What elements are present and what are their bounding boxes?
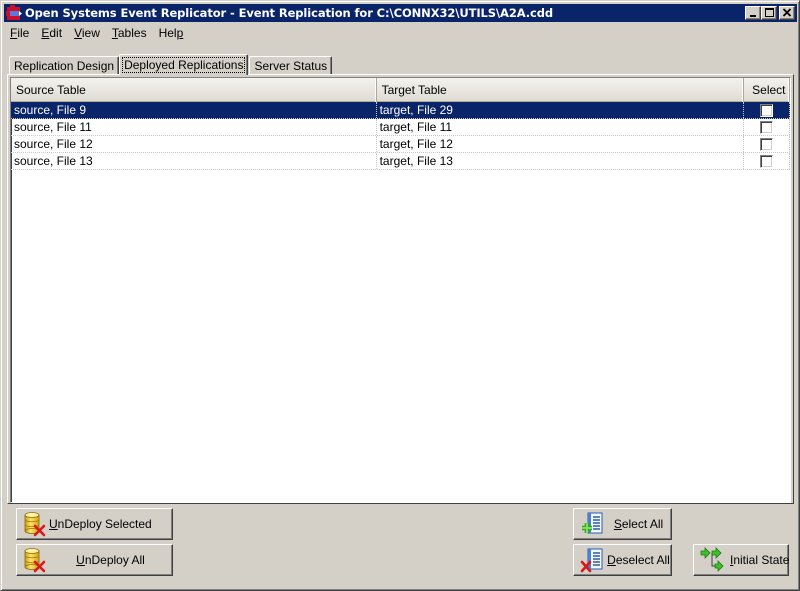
list-remove-icon (580, 547, 606, 573)
undeploy-selected-accel: U (49, 517, 58, 531)
target-table-cell: target, File 11 (377, 119, 745, 135)
select-cell (744, 119, 790, 135)
menu-view-label: iew (81, 25, 100, 40)
title-bar[interactable]: Open Systems Event Replicator - Event Re… (4, 4, 797, 22)
tab-deployed-replications[interactable]: Deployed Replications (119, 54, 249, 75)
undeploy-selected-button[interactable]: UnDeploy Selected (16, 508, 173, 540)
undeploy-selected-text: nDeploy Selected (57, 517, 152, 531)
select-all-button[interactable]: Select All (573, 508, 672, 540)
select-all-accel: S (613, 517, 622, 531)
menu-view-accel: V (74, 25, 82, 40)
menu-tables-label: ables (117, 25, 147, 40)
flow-arrows-icon (700, 547, 726, 573)
app-icon[interactable] (6, 5, 22, 21)
source-table-cell: source, File 13 (11, 153, 377, 169)
deselect-all-label: Deselect All (606, 553, 671, 567)
tab-replication-design[interactable]: Replication Design (9, 56, 120, 75)
source-table-cell: source, File 9 (11, 102, 377, 118)
tab-server-status-label: Server Status (254, 59, 328, 73)
list-add-icon (580, 511, 606, 537)
menu-help[interactable]: Help (153, 26, 190, 40)
select-checkbox[interactable] (760, 103, 774, 117)
close-icon (782, 8, 792, 17)
deployed-replications-grid[interactable]: Source Table Target Table Select source,… (10, 77, 791, 503)
target-table-cell: target, File 29 (377, 102, 745, 118)
tab-replication-design-label: Replication Design (14, 59, 115, 73)
menu-file[interactable]: File (4, 26, 35, 40)
select-checkbox[interactable] (760, 154, 774, 168)
undeploy-all-text: nDeploy All (84, 553, 145, 567)
select-checkbox[interactable] (760, 120, 774, 134)
minimize-icon (750, 15, 756, 17)
menu-tables[interactable]: Tables (106, 26, 153, 40)
table-row[interactable]: source, File 11 target, File 11 (11, 119, 790, 136)
tab-panel: Source Table Target Table Select source,… (7, 74, 794, 504)
menu-edit[interactable]: Edit (35, 26, 68, 40)
table-row[interactable]: source, File 13 target, File 13 (11, 153, 790, 170)
database-remove-icon (23, 511, 49, 537)
tab-strip: Replication Design Deployed Replications… (9, 53, 333, 75)
column-header-target-table[interactable]: Target Table (377, 78, 745, 102)
close-button[interactable] (779, 6, 795, 20)
select-cell (744, 153, 790, 169)
initial-state-text: nitial State (733, 553, 790, 567)
source-table-cell: source, File 12 (11, 136, 377, 152)
table-row[interactable]: source, File 9 target, File 29 (11, 102, 790, 119)
maximize-icon (765, 8, 774, 17)
select-cell (744, 136, 790, 152)
select-all-label: Select All (606, 517, 671, 531)
source-table-cell: source, File 11 (11, 119, 377, 135)
menu-help-label: Hel (158, 25, 177, 40)
deselect-all-button[interactable]: Deselect All (573, 544, 672, 576)
app-window: Open Systems Event Replicator - Event Re… (0, 0, 800, 591)
deselect-all-accel: D (607, 553, 616, 567)
select-all-text: elect All (621, 517, 664, 531)
undeploy-all-button[interactable]: UnDeploy All (16, 544, 173, 576)
menu-help-accel: p (176, 25, 184, 40)
table-row[interactable]: source, File 12 target, File 12 (11, 136, 790, 153)
menu-file-label: ile (17, 25, 30, 40)
undeploy-selected-label: UnDeploy Selected (49, 517, 172, 531)
tab-deployed-replications-label: Deployed Replications (122, 57, 246, 73)
deselect-all-text: eselect All (615, 553, 670, 567)
tab-server-status[interactable]: Server Status (249, 56, 333, 75)
minimize-button[interactable] (745, 6, 761, 20)
target-table-cell: target, File 12 (377, 136, 745, 152)
column-header-select[interactable]: Select (744, 78, 790, 102)
menu-edit-label: dit (49, 25, 63, 40)
menu-view[interactable]: View (68, 26, 106, 40)
database-remove-icon (23, 547, 49, 573)
undeploy-all-accel: U (76, 553, 85, 567)
grid-header: Source Table Target Table Select (11, 78, 790, 102)
window-title: Open Systems Event Replicator - Event Re… (25, 6, 553, 20)
select-checkbox[interactable] (760, 137, 774, 151)
column-header-source-table[interactable]: Source Table (11, 78, 377, 102)
target-table-cell: target, File 13 (377, 153, 745, 169)
initial-state-label: Initial State (726, 553, 789, 567)
maximize-button[interactable] (761, 6, 777, 20)
select-cell (744, 102, 790, 118)
menu-bar: File Edit View Tables Help (4, 23, 189, 42)
initial-state-button[interactable]: Initial State (693, 544, 789, 576)
undeploy-all-label: UnDeploy All (49, 553, 172, 567)
